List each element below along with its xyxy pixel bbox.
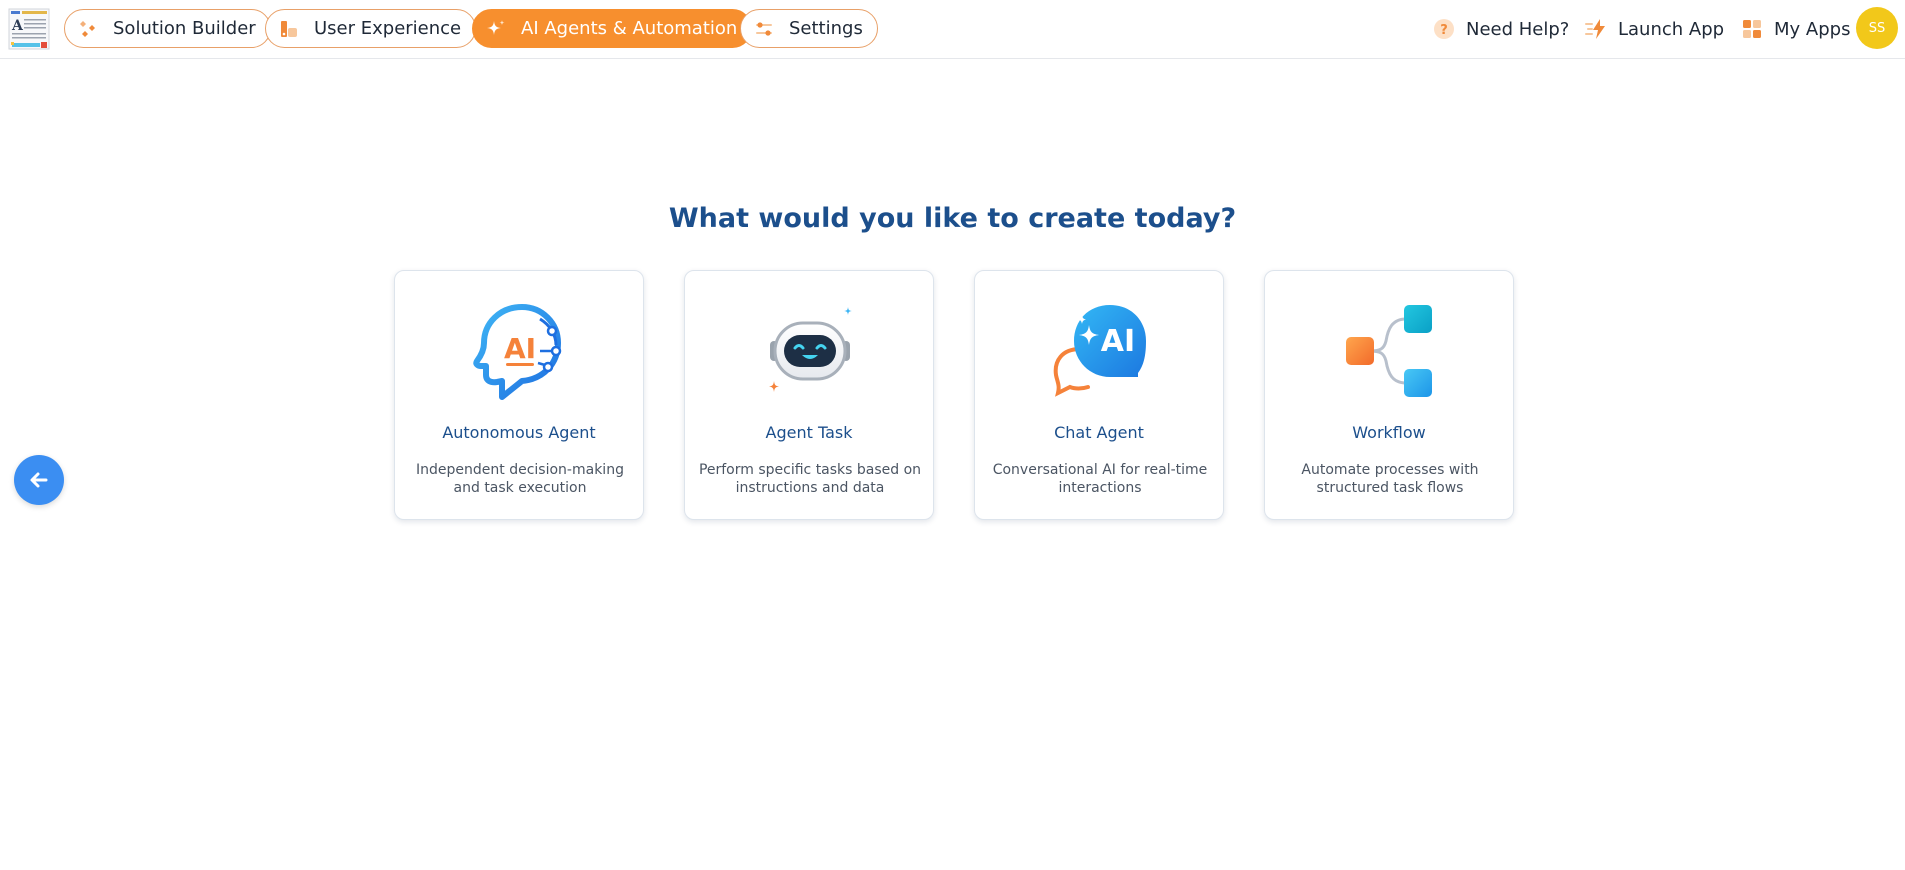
- launch-app-button[interactable]: Launch App: [1584, 15, 1724, 43]
- app-logo-icon[interactable]: A: [8, 8, 50, 50]
- tab-user-experience[interactable]: User Experience: [265, 9, 477, 48]
- launch-app-label: Launch App: [1618, 18, 1725, 40]
- back-button[interactable]: [14, 455, 64, 505]
- robot-icon: [769, 307, 852, 392]
- tab-solution-builder[interactable]: Solution Builder: [64, 9, 271, 48]
- arrow-left-icon: [30, 472, 48, 488]
- card-title: Workflow: [1352, 423, 1426, 442]
- tab-label: Solution Builder: [113, 18, 256, 39]
- user-avatar[interactable]: SS: [1856, 7, 1898, 49]
- top-navigation-bar: A Solution Builder User Experience AI Ag…: [0, 0, 1905, 59]
- tab-label: AI Agents & Automation: [521, 18, 738, 39]
- page-title: What would you like to create today?: [668, 203, 1237, 234]
- tab-settings[interactable]: Settings: [740, 9, 878, 48]
- card-workflow[interactable]: Workflow Automate processes with structu…: [1264, 270, 1514, 520]
- sparkle-icon: [487, 19, 505, 35]
- card-description: Automate processes with structured task …: [1301, 462, 1479, 496]
- tab-label: User Experience: [314, 18, 462, 39]
- card-description: Perform specific tasks based on instruct…: [698, 462, 922, 496]
- card-description: Conversational AI for real-time interact…: [992, 462, 1208, 496]
- card-chat-agent[interactable]: AI Chat Agent Conversational AI for real…: [974, 270, 1224, 520]
- solution-builder-icon: [80, 20, 95, 37]
- card-title: Agent Task: [765, 423, 853, 442]
- settings-sliders-icon: [756, 21, 772, 36]
- ai-chat-icon: AI: [1053, 305, 1146, 397]
- need-help-label: Need Help?: [1466, 18, 1570, 40]
- tab-label: Settings: [789, 18, 863, 39]
- card-title: Chat Agent: [1054, 423, 1144, 442]
- user-experience-icon: [281, 20, 297, 37]
- help-icon: ?: [1434, 19, 1454, 39]
- avatar-initials: SS: [1868, 20, 1886, 36]
- svg-text:AI: AI: [504, 332, 536, 365]
- card-agent-task[interactable]: Agent Task Perform specific tasks based …: [684, 270, 934, 520]
- my-apps-button[interactable]: My Apps: [1740, 15, 1850, 43]
- apps-grid-icon: [1743, 20, 1761, 38]
- need-help-link[interactable]: ? Need Help?: [1432, 15, 1569, 43]
- lightning-icon: [1585, 19, 1605, 39]
- card-autonomous-agent[interactable]: AI Autonomous Agent Independent decision…: [394, 270, 644, 520]
- ai-head-icon: AI: [473, 304, 562, 400]
- svg-text:AI: AI: [1101, 324, 1135, 359]
- tab-ai-agents-automation[interactable]: AI Agents & Automation: [472, 9, 753, 48]
- my-apps-label: My Apps: [1774, 18, 1851, 40]
- card-title: Autonomous Agent: [442, 423, 596, 442]
- workflow-icon: [1346, 305, 1432, 397]
- svg-text:A: A: [11, 18, 24, 34]
- svg-text:?: ?: [1440, 23, 1448, 38]
- card-description: Independent decision-making and task exe…: [416, 462, 624, 496]
